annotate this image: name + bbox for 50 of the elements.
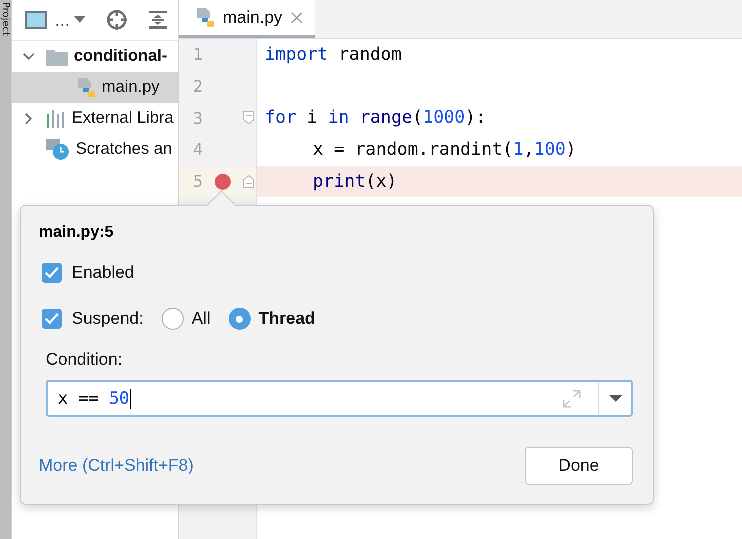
code-line: print(x) — [313, 172, 398, 192]
line-number: 1 — [192, 45, 203, 64]
tree-item[interactable]: conditional- — [12, 41, 178, 72]
tree-item-label: Scratches an — [76, 140, 172, 159]
more-link[interactable]: More (Ctrl+Shift+F8) — [39, 456, 194, 476]
checkbox[interactable] — [42, 263, 62, 283]
scratch-clock-icon — [46, 138, 70, 160]
python-file-icon — [78, 78, 96, 98]
folder-icon — [46, 48, 68, 66]
collapse-all-icon[interactable] — [148, 10, 168, 30]
radio-button[interactable] — [162, 308, 184, 330]
tree-item-label: External Libra — [72, 109, 174, 128]
fold-marker-icon[interactable] — [243, 174, 255, 189]
radio-label: Thread — [258, 309, 316, 329]
window-icon[interactable] — [25, 11, 47, 29]
python-file-icon — [197, 8, 215, 28]
line-number: 5 — [192, 172, 203, 192]
popup-title: main.py:5 — [39, 224, 115, 242]
checkbox-label: Suspend: — [72, 309, 144, 329]
view-selector[interactable]: ... — [55, 10, 70, 30]
done-button[interactable]: Done — [525, 447, 633, 485]
condition-label: Condition: — [46, 350, 124, 370]
checkbox-label: Enabled — [72, 263, 134, 283]
fold-marker-icon[interactable] — [243, 111, 255, 126]
tree-item[interactable]: External Libra — [12, 103, 178, 134]
chevron-right-icon[interactable] — [23, 112, 35, 124]
tree-item-label: conditional- — [74, 47, 168, 66]
checkbox[interactable] — [42, 309, 62, 329]
radio-label: All — [192, 309, 211, 329]
dropdown-caret-icon[interactable] — [609, 394, 623, 402]
caret-icon[interactable] — [74, 16, 86, 24]
editor-tab[interactable]: main.py — [179, 0, 315, 38]
code-line: for i in range(1000): — [265, 108, 486, 128]
tree-item-label: main.py — [102, 78, 160, 97]
expand-icon[interactable] — [562, 388, 582, 408]
chevron-down-icon[interactable] — [23, 50, 35, 62]
tree-item[interactable]: main.py — [12, 72, 178, 103]
line-number: 4 — [192, 140, 203, 160]
condition-field[interactable]: x == 50 — [46, 380, 633, 417]
code-line: x = random.randint(1,100) — [313, 140, 576, 160]
code-line: import random — [265, 44, 402, 65]
line-number: 3 — [192, 108, 203, 128]
breakpoint-icon[interactable] — [215, 174, 231, 190]
radio-button[interactable] — [228, 308, 251, 330]
locate-icon[interactable] — [106, 9, 128, 31]
project-tool-button[interactable]: Project — [0, 2, 11, 539]
close-icon[interactable] — [290, 12, 303, 24]
line-number: 2 — [192, 77, 203, 96]
tree-item[interactable]: Scratches an — [12, 134, 178, 165]
bar-chart-icon — [46, 110, 66, 128]
